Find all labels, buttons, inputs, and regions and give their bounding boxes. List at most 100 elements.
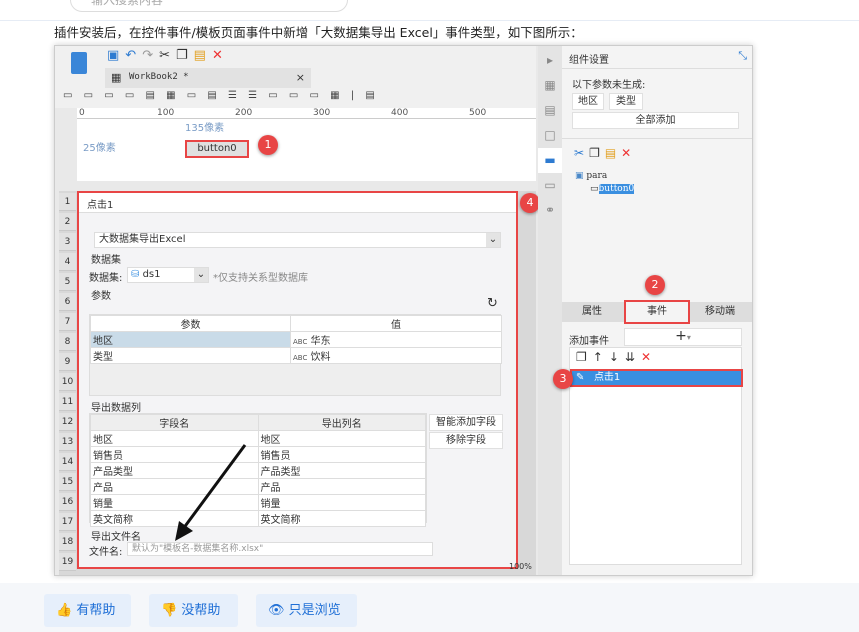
copy-icon[interactable]: ❐ <box>176 48 194 63</box>
copy-icon[interactable]: ❐ <box>589 146 605 160</box>
params-table-wrap: 参数值 地区 ABC 华东 类型 ABC 饮料 <box>89 314 502 396</box>
form-icon: ▣ <box>575 171 584 181</box>
not-helpful-button[interactable]: 👎 没帮助 <box>149 594 238 627</box>
step-badge-4: 4 <box>520 193 540 213</box>
chevron-down-icon: ⌄ <box>486 233 500 247</box>
type-icon[interactable]: ABC <box>293 354 307 362</box>
delete-icon[interactable]: ✕ <box>212 48 229 63</box>
button-icon: ▭ <box>590 184 599 194</box>
button0-widget[interactable]: button0 <box>185 140 249 158</box>
add-event-button[interactable]: +▾ <box>624 328 742 346</box>
widget-info-icon[interactable]: ▤ <box>538 98 562 123</box>
panel-tabs: 属性 事件 移动端 <box>562 300 752 324</box>
move-down-icon[interactable]: ↓ <box>609 350 625 364</box>
mobile-icon[interactable]: ▭ <box>538 173 562 198</box>
delete-icon[interactable]: ✕ <box>621 146 636 160</box>
close-icon[interactable]: × <box>296 71 305 84</box>
table-row[interactable]: 地区 ABC 华东 <box>90 331 502 348</box>
collapse-icon[interactable]: ⤡ <box>738 49 747 63</box>
move-up-icon[interactable]: ↑ <box>593 350 609 364</box>
widget-toolbar[interactable]: ▭ ▭ ▭ ▭ ▤ ▦ ▭ ▤ ☰ ☰ ▭ ▭ ▭ ▦ | ▤ <box>63 90 379 101</box>
save-icon[interactable]: ▣ <box>107 48 125 63</box>
divider <box>0 20 859 21</box>
app-logo-icon <box>71 52 87 74</box>
redo-icon[interactable]: ↷ <box>142 48 159 63</box>
tab-workbook2[interactable]: ▦ WorkBook2 * × <box>105 68 311 88</box>
frame-icon[interactable]: □ <box>538 123 562 148</box>
dataset-select[interactable]: ⛁ ds1 ⌄ <box>127 267 209 283</box>
row-header[interactable]: 1 <box>59 193 76 211</box>
paste-icon[interactable]: ▤ <box>194 48 212 63</box>
quick-toolbar: ▣↶↷✂❐▤✕ <box>107 48 229 63</box>
table-row[interactable]: 产品类型 产品类型 <box>90 462 426 479</box>
step-badge-3: 3 <box>553 369 573 389</box>
widget-settings-icon[interactable]: ▬ <box>538 148 562 173</box>
row-header[interactable]: 13 <box>59 433 76 451</box>
search-input[interactable]: 输入搜索内容 <box>70 0 348 12</box>
undo-icon[interactable]: ↶ <box>125 48 142 63</box>
table-cell: 地区 <box>257 430 426 447</box>
copy-icon[interactable]: ❐ <box>576 350 593 364</box>
row-header[interactable]: 11 <box>59 393 76 411</box>
toolbar: ▣↶↷✂❐▤✕ ▦ WorkBook2 * × ▭ ▭ ▭ ▭ ▤ ▦ ▭ ▤ … <box>55 46 536 108</box>
smart-add-fields-button[interactable]: 智能添加字段 <box>429 414 503 431</box>
row-header[interactable]: 3 <box>59 233 76 251</box>
event-item[interactable]: ✎ 点击1 <box>570 369 743 387</box>
add-all-button[interactable]: 全部添加 <box>572 112 739 129</box>
database-icon: ⛁ <box>131 269 140 280</box>
table-row[interactable]: 产品 产品 <box>90 478 426 495</box>
filename-input[interactable]: 默认为"模板名-数据集名称.xlsx" <box>127 542 433 556</box>
tab-properties[interactable]: 属性 <box>582 302 602 322</box>
row-header[interactable]: 6 <box>59 293 76 311</box>
layout-icon[interactable]: ▦ <box>538 73 562 98</box>
param-button-region[interactable]: 地区 <box>572 93 604 110</box>
event-type-select[interactable]: 大数据集导出Excel ⌄ <box>94 232 501 248</box>
row-header[interactable]: 5 <box>59 273 76 291</box>
table-row[interactable]: 销量 销量 <box>90 494 426 511</box>
zoom-level: 100% <box>509 562 532 571</box>
refresh-icon[interactable]: ↻ <box>487 296 498 311</box>
param-button-type[interactable]: 类型 <box>609 93 643 110</box>
table-cell: 销售员 <box>257 446 426 463</box>
row-header[interactable]: 4 <box>59 253 76 271</box>
expand-icon[interactable]: ▸ <box>538 48 562 73</box>
type-icon[interactable]: ABC <box>293 338 307 346</box>
link-icon[interactable]: ⚭ <box>538 198 562 223</box>
row-header[interactable]: 10 <box>59 373 76 391</box>
row-header[interactable]: 2 <box>59 213 76 231</box>
row-header[interactable]: 12 <box>59 413 76 431</box>
row-header[interactable]: 7 <box>59 313 76 331</box>
table-row[interactable]: 地区 地区 <box>90 430 426 447</box>
remove-field-button[interactable]: 移除字段 <box>429 432 503 449</box>
row-header[interactable]: 8 <box>59 333 76 351</box>
side-icon-strip: ▸ ▦ ▤ □ ▬ ▭ ⚭ <box>538 46 562 575</box>
tree-toolbar: ✂❐▤✕ <box>574 146 636 160</box>
paste-icon[interactable]: ▤ <box>605 146 621 160</box>
row-header[interactable]: 18 <box>59 533 76 551</box>
just-browsing-button[interactable]: 👁 只是浏览 <box>256 594 357 627</box>
helpful-button[interactable]: 👍 有帮助 <box>44 594 131 627</box>
event-toolbar: ❐↑↓⇊✕ <box>576 350 657 364</box>
table-row[interactable]: 销售员 销售员 <box>90 446 426 463</box>
component-settings-panel: 组件设置 ⤡ 以下参数未生成: 地区 类型 全部添加 ✂❐▤✕ ▣ para ▭… <box>553 46 752 575</box>
form-canvas[interactable]: 135像素 25像素 button0 <box>77 119 536 181</box>
tree-node-para[interactable]: ▣ para <box>575 171 607 181</box>
row-header[interactable]: 15 <box>59 473 76 491</box>
tab-events[interactable]: 事件 <box>624 300 690 324</box>
table-row[interactable]: 类型 ABC 饮料 <box>90 347 502 364</box>
tab-mobile[interactable]: 移动端 <box>705 302 735 322</box>
row-headers: 1 2 3 4 5 6 7 8 9 10 11 12 13 14 15 16 17 18 19 <box>59 193 76 573</box>
table-row[interactable]: 英文简称 英文简称 <box>90 510 426 527</box>
row-header[interactable]: 19 <box>59 553 76 571</box>
delete-icon[interactable]: ✕ <box>641 350 657 364</box>
row-header[interactable]: 17 <box>59 513 76 531</box>
row-header[interactable]: 14 <box>59 453 76 471</box>
move-bottom-icon[interactable]: ⇊ <box>625 350 641 364</box>
step-badge-2: 2 <box>645 275 665 295</box>
tree-node-button0[interactable]: ▭button0 <box>590 184 635 194</box>
cut-icon[interactable]: ✂ <box>159 48 176 63</box>
cut-icon[interactable]: ✂ <box>574 146 589 160</box>
row-header[interactable]: 16 <box>59 493 76 511</box>
ruler: 0 100 200 300 400 500 <box>77 108 536 119</box>
row-header[interactable]: 9 <box>59 353 76 371</box>
